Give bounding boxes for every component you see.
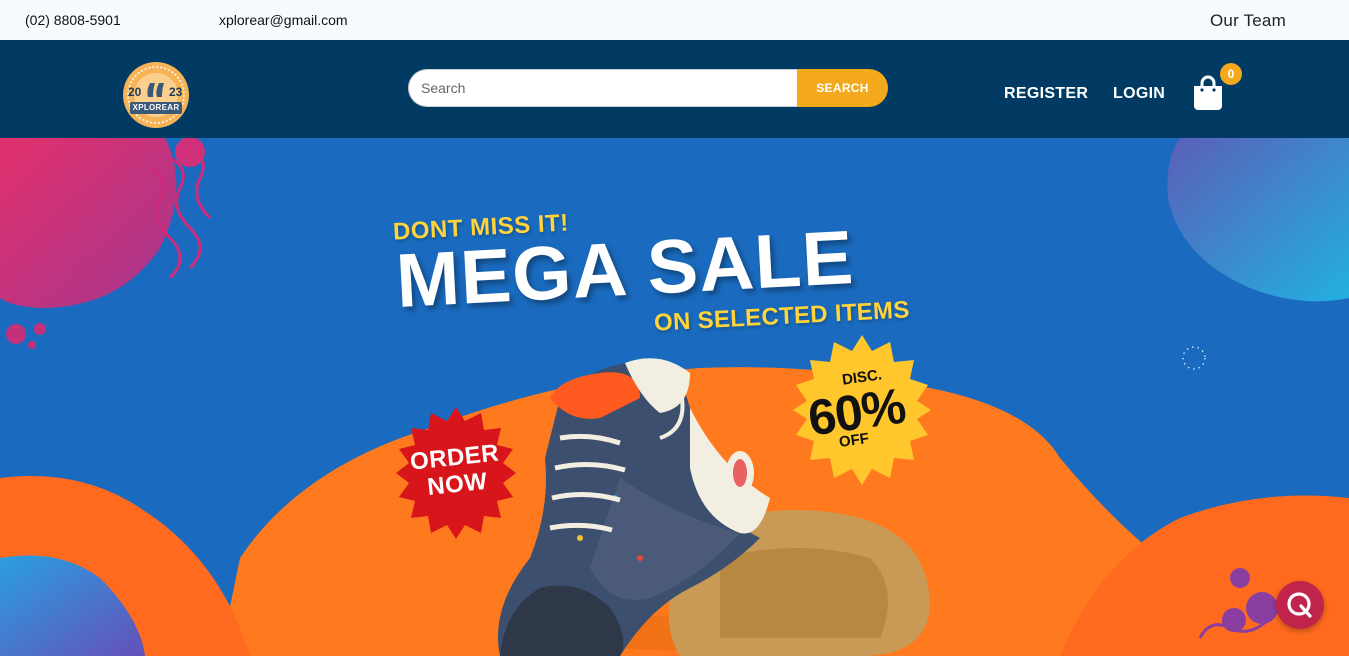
register-link[interactable]: REGISTER — [1004, 85, 1088, 103]
logo-year-left: 20 — [128, 85, 142, 99]
phone-number: (02) 8808-5901 — [25, 12, 121, 28]
our-team-link[interactable]: Our Team — [1210, 11, 1286, 31]
chat-bubble-icon — [1287, 592, 1312, 618]
logo-brand-text: XPLOREAR — [132, 103, 180, 112]
cart-button[interactable] — [1192, 75, 1224, 111]
search-button[interactable]: SEARCH — [797, 69, 888, 107]
discount-badge — [793, 335, 931, 485]
order-now-badge[interactable] — [386, 403, 526, 543]
logo-year-right: 23 — [169, 85, 183, 99]
shopping-bag-icon — [1194, 75, 1222, 110]
hero-banner[interactable]: DONT MISS IT! MEGA SALE ON SELECTED ITEM… — [0, 138, 1349, 656]
login-link[interactable]: LOGIN — [1113, 85, 1165, 103]
site-logo[interactable]: 20 23 XPLOREAR — [122, 61, 190, 129]
hero-background — [0, 138, 1349, 656]
email-address: xplorear@gmail.com — [219, 12, 348, 28]
top-info-bar: (02) 8808-5901 xplorear@gmail.com Our Te… — [0, 0, 1349, 40]
search-bar: SEARCH — [408, 69, 888, 107]
cart-count-badge: 0 — [1220, 63, 1242, 85]
chat-widget-button[interactable] — [1276, 581, 1324, 629]
search-input[interactable] — [408, 69, 800, 107]
